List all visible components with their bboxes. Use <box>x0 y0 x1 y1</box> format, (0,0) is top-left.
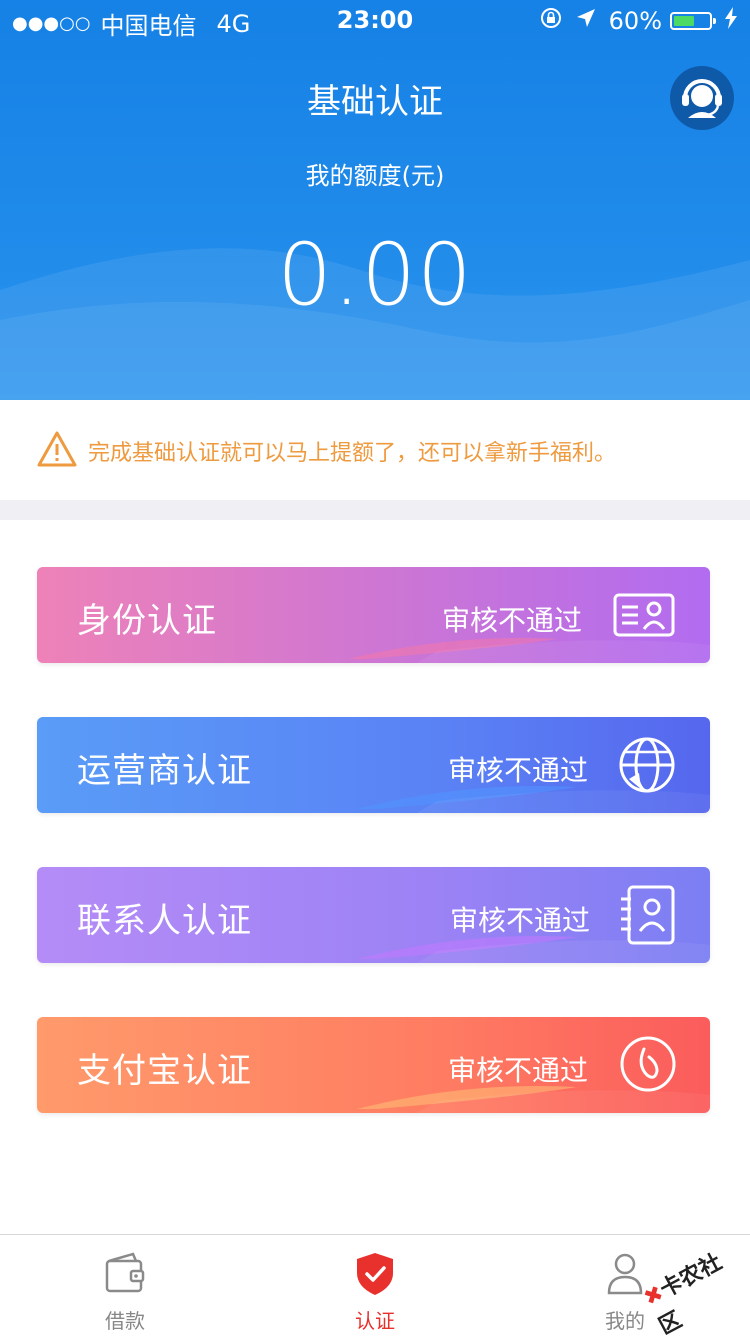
carrier-verification-card[interactable]: 运营商认证 审核不通过 <box>37 717 710 813</box>
warning-icon <box>36 430 78 472</box>
shield-check-icon <box>355 1251 395 1301</box>
identity-verification-card[interactable]: 身份认证 审核不通过 <box>37 567 710 663</box>
contact-book-icon <box>619 885 677 951</box>
status-bar: ●●●○○ 中国电信 4G 23:00 60% <box>0 0 750 40</box>
alipay-verification-card[interactable]: 支付宝认证 审核不通过 <box>37 1017 710 1113</box>
quota-value: 0.00 <box>277 225 473 325</box>
card-label: 身份认证 <box>77 601 217 641</box>
headset-icon <box>682 79 722 118</box>
battery-percent: 60% <box>608 7 662 35</box>
card-label: 支付宝认证 <box>77 1051 252 1091</box>
notice-bar: 完成基础认证就可以马上提额了，还可以拿新手福利。 <box>0 400 750 500</box>
section-divider <box>0 500 750 520</box>
user-icon <box>605 1251 645 1299</box>
rotation-lock-icon <box>539 6 563 36</box>
tab-label: 借款 <box>105 1309 145 1333</box>
id-card-icon <box>613 585 675 649</box>
wallet-icon <box>103 1251 147 1299</box>
globe-phone-icon <box>617 735 677 799</box>
charging-bolt-icon <box>724 7 738 35</box>
alipay-icon <box>619 1035 677 1097</box>
card-status: 审核不通过 <box>448 754 589 787</box>
card-status: 审核不通过 <box>448 1054 589 1087</box>
header: ●●●○○ 中国电信 4G 23:00 60% 基础认证 我的额度(元) 0.0… <box>0 0 750 400</box>
tab-label: 认证 <box>355 1309 395 1333</box>
card-label: 联系人认证 <box>77 901 252 941</box>
verification-list: 身份认证 审核不通过 运营商认证 审核不通过 联系人认证 审核不通过 支付宝认证… <box>0 520 750 1234</box>
header-waves <box>0 248 750 400</box>
page-title: 基础认证 <box>307 82 443 122</box>
customer-service-button[interactable] <box>670 66 734 130</box>
card-label: 运营商认证 <box>77 751 252 791</box>
card-status: 审核不通过 <box>450 904 591 937</box>
location-arrow-icon <box>575 7 597 35</box>
tab-loan[interactable]: 借款 <box>0 1235 250 1335</box>
notice-text: 完成基础认证就可以马上提额了，还可以拿新手福利。 <box>88 441 617 466</box>
tab-verify[interactable]: 认证 <box>250 1235 500 1335</box>
contact-verification-card[interactable]: 联系人认证 审核不通过 <box>37 867 710 963</box>
card-status: 审核不通过 <box>442 604 583 637</box>
quota-label: 我的额度(元) <box>305 162 445 190</box>
battery-icon <box>670 12 716 30</box>
